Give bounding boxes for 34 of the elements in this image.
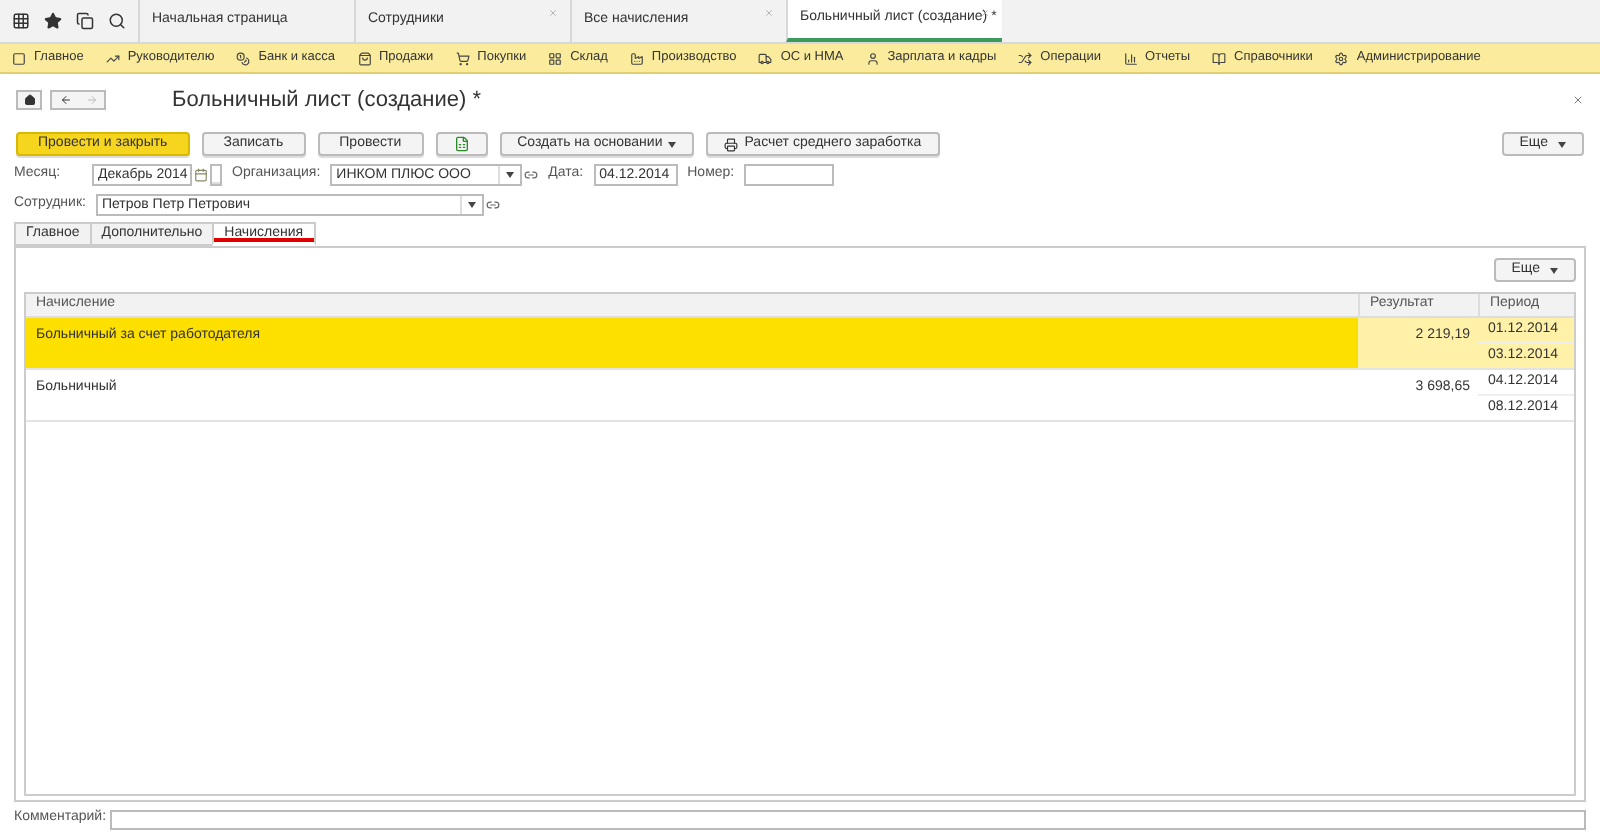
spreadsheet-button[interactable] — [435, 132, 488, 156]
left-arrow-icon — [59, 94, 71, 106]
comment-field[interactable] — [110, 809, 1586, 829]
cart-icon — [455, 51, 470, 65]
square-icon — [12, 51, 26, 65]
coin-icon — [236, 51, 251, 65]
star-icon[interactable] — [44, 12, 62, 30]
history-icon[interactable] — [76, 12, 94, 30]
link-icon[interactable] — [485, 198, 500, 212]
settings-icon — [1334, 51, 1349, 65]
spreadsheet-icon — [453, 136, 470, 152]
caret-icon — [506, 172, 515, 178]
book-icon — [1212, 51, 1227, 65]
trend-icon — [105, 51, 120, 65]
truck-icon — [758, 51, 773, 65]
caret-icon — [668, 141, 677, 147]
bar-chart-icon — [1123, 51, 1138, 65]
caret-icon — [467, 202, 476, 208]
home-icon — [23, 94, 35, 106]
calendar-icon[interactable] — [194, 168, 208, 182]
caret-icon — [1558, 141, 1566, 147]
search-icon[interactable] — [108, 12, 126, 30]
factory-icon — [629, 51, 644, 65]
link-icon[interactable] — [524, 168, 539, 182]
caret-icon — [1550, 267, 1558, 273]
shuffle-icon — [1018, 51, 1033, 65]
printer-icon — [724, 137, 739, 151]
user-icon — [865, 51, 880, 65]
home-button[interactable] — [16, 90, 42, 110]
grid-icon — [548, 51, 563, 65]
grid-menu-icon[interactable] — [12, 12, 30, 30]
bag-icon — [357, 51, 371, 65]
input-field[interactable] — [744, 164, 835, 186]
form-title: Больничный лист (создание) * — [172, 85, 481, 116]
